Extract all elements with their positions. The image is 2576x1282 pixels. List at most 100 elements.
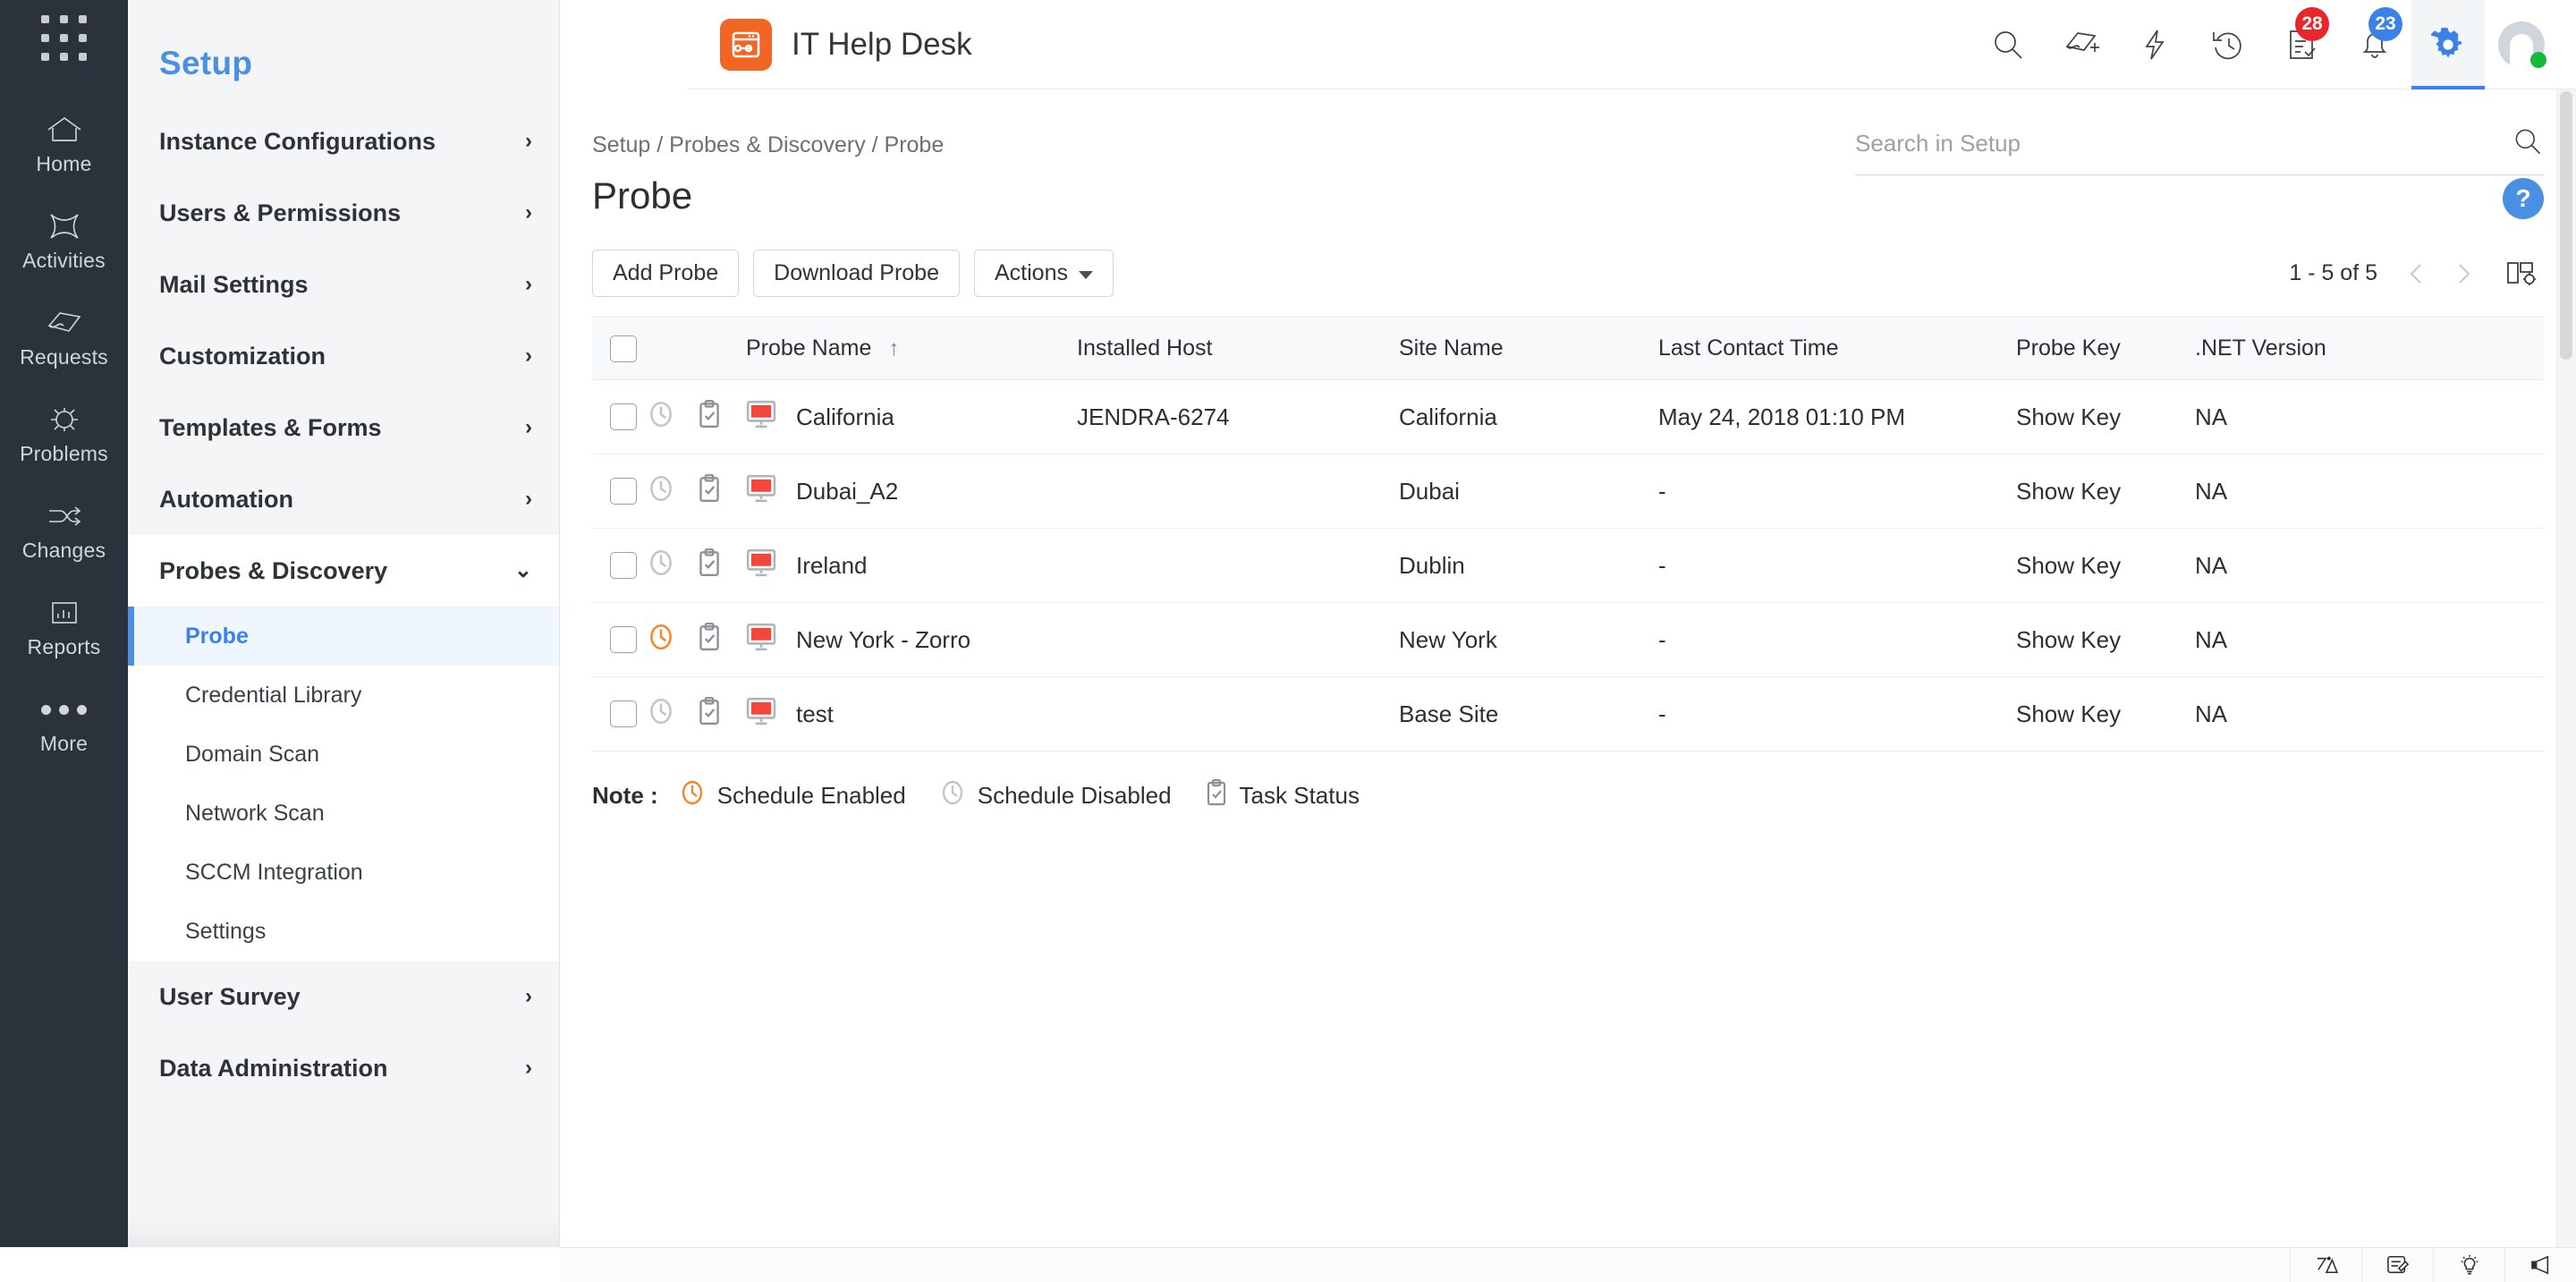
- gear-icon[interactable]: [2411, 0, 2485, 89]
- actions-dropdown-button[interactable]: Actions: [973, 250, 1114, 297]
- search-icon[interactable]: [2512, 125, 2544, 162]
- sidebar-item-more[interactable]: More: [0, 675, 128, 771]
- sidebar-item-problems[interactable]: Problems: [0, 385, 128, 481]
- row-checkbox[interactable]: [610, 403, 637, 430]
- task-status-cell: [696, 676, 746, 751]
- setup-menu-users-permissions[interactable]: Users & Permissions ›: [128, 177, 559, 249]
- sidebar-scroll-fade: [128, 1220, 559, 1247]
- select-all-checkbox[interactable]: [610, 335, 637, 362]
- task-status-icon[interactable]: [696, 696, 723, 732]
- clock-disabled-icon[interactable]: [646, 549, 676, 583]
- probe-key-cell: Show Key: [2016, 379, 2195, 454]
- row-checkbox[interactable]: [610, 626, 637, 653]
- sidebar-item-settings[interactable]: Settings: [128, 902, 559, 961]
- history-icon[interactable]: [2191, 0, 2265, 89]
- probe-name-link[interactable]: California: [796, 403, 894, 431]
- rail-label: Requests: [20, 345, 108, 369]
- sidebar-item-changes[interactable]: Changes: [0, 481, 128, 578]
- sidebar-item-probe[interactable]: Probe: [128, 607, 559, 666]
- show-key-link[interactable]: Show Key: [2016, 403, 2121, 430]
- row-checkbox[interactable]: [610, 478, 637, 505]
- page-scrollbar-thumb[interactable]: [2560, 91, 2572, 360]
- setup-menu-templates-forms[interactable]: Templates & Forms ›: [128, 392, 559, 463]
- avatar[interactable]: [2485, 0, 2558, 89]
- setup-menu-customization[interactable]: Customization ›: [128, 320, 559, 392]
- quick-actions-icon[interactable]: [2118, 0, 2191, 89]
- sidebar-item-network-scan[interactable]: Network Scan: [128, 784, 559, 843]
- clock-disabled-icon[interactable]: [646, 698, 676, 732]
- setup-menu-automation[interactable]: Automation ›: [128, 463, 559, 535]
- feedback-edit-icon[interactable]: [2361, 1248, 2433, 1282]
- pagination-count: 1 - 5 of 5: [2289, 260, 2377, 285]
- idea-bulb-icon[interactable]: [2433, 1248, 2504, 1282]
- sidebar-item-home[interactable]: Home: [0, 95, 128, 191]
- probe-key-cell: Show Key: [2016, 676, 2195, 751]
- setup-menu-user-survey[interactable]: User Survey ›: [128, 961, 559, 1032]
- setup-menu-probes-discovery[interactable]: Probes & Discovery ⌄: [128, 535, 559, 607]
- chevron-right-icon: ›: [525, 129, 532, 153]
- search-icon[interactable]: [1971, 0, 2045, 89]
- site-name-cell: California: [1399, 379, 1658, 454]
- chevron-left-icon[interactable]: [2397, 254, 2436, 293]
- row-select-cell: [592, 528, 646, 603]
- task-status-icon[interactable]: [696, 399, 723, 435]
- page-scrollbar-track[interactable]: [2556, 89, 2576, 1247]
- table-row[interactable]: California JENDRA-6274 California May 24…: [592, 379, 2544, 454]
- column-net-version[interactable]: .NET Version: [2195, 317, 2544, 380]
- approvals-icon[interactable]: 28: [2265, 0, 2338, 89]
- setup-menu-data-administration[interactable]: Data Administration ›: [128, 1032, 559, 1104]
- clock-enabled-icon[interactable]: [646, 624, 676, 658]
- installed-host-cell: [1077, 602, 1399, 677]
- column-probe-key[interactable]: Probe Key: [2016, 317, 2195, 380]
- setup-search[interactable]: [1855, 125, 2544, 175]
- annotate-icon[interactable]: [2290, 1248, 2361, 1282]
- task-status-icon[interactable]: [696, 473, 723, 509]
- column-installed-host[interactable]: Installed Host: [1077, 317, 1399, 380]
- show-key-link[interactable]: Show Key: [2016, 552, 2121, 579]
- site-name-cell: New York: [1399, 602, 1658, 677]
- task-status-icon[interactable]: [696, 622, 723, 658]
- show-key-link[interactable]: Show Key: [2016, 700, 2121, 727]
- sidebar-item-domain-scan[interactable]: Domain Scan: [128, 725, 559, 784]
- setup-menu-instance-configurations[interactable]: Instance Configurations ›: [128, 106, 559, 177]
- clock-disabled-icon[interactable]: [646, 401, 676, 435]
- search-input[interactable]: [1855, 130, 2512, 157]
- task-status-cell: [696, 454, 746, 529]
- probe-name-link[interactable]: New York - Zorro: [796, 626, 970, 654]
- clock-disabled-icon[interactable]: [646, 475, 676, 509]
- probe-name-link[interactable]: test: [796, 700, 834, 728]
- column-label: Site Name: [1399, 335, 1504, 361]
- sidebar-item-requests[interactable]: Requests: [0, 288, 128, 385]
- notifications-bell-icon[interactable]: 23: [2338, 0, 2411, 89]
- column-settings-icon[interactable]: [2499, 254, 2544, 293]
- last-contact-time-cell: -: [1658, 676, 2016, 751]
- add-request-icon[interactable]: [2045, 0, 2118, 89]
- help-button[interactable]: ?: [2503, 178, 2544, 219]
- row-checkbox[interactable]: [610, 552, 637, 579]
- sidebar-item-activities[interactable]: Activities: [0, 191, 128, 288]
- sidebar-item-sccm-integration[interactable]: SCCM Integration: [128, 843, 559, 902]
- chevron-right-icon[interactable]: [2444, 254, 2483, 293]
- chevron-right-icon: ›: [525, 984, 532, 1008]
- add-probe-button[interactable]: Add Probe: [592, 250, 740, 297]
- show-key-link[interactable]: Show Key: [2016, 478, 2121, 505]
- announcement-megaphone-icon[interactable]: [2504, 1248, 2576, 1282]
- probe-name-link[interactable]: Ireland: [796, 552, 868, 580]
- sidebar-item-reports[interactable]: Reports: [0, 578, 128, 675]
- show-key-link[interactable]: Show Key: [2016, 626, 2121, 653]
- probe-name-link[interactable]: Dubai_A2: [796, 478, 898, 505]
- table-row[interactable]: Ireland Dublin - Show Key NA: [592, 528, 2544, 603]
- apps-grid-icon[interactable]: [39, 13, 89, 63]
- setup-menu-mail-settings[interactable]: Mail Settings ›: [128, 249, 559, 320]
- table-row[interactable]: New York - Zorro New York - Show Key NA: [592, 602, 2544, 677]
- table-row[interactable]: Dubai_A2 Dubai - Show Key NA: [592, 454, 2544, 529]
- sidebar-item-credential-library[interactable]: Credential Library: [128, 666, 559, 725]
- installed-host-cell: [1077, 454, 1399, 529]
- task-status-icon[interactable]: [696, 548, 723, 583]
- column-probe-name[interactable]: Probe Name ↑: [746, 317, 1077, 380]
- column-site-name[interactable]: Site Name: [1399, 317, 1658, 380]
- download-probe-button[interactable]: Download Probe: [753, 250, 960, 297]
- row-checkbox[interactable]: [610, 700, 637, 727]
- column-last-contact-time[interactable]: Last Contact Time: [1658, 317, 2016, 380]
- table-row[interactable]: test Base Site - Show Key NA: [592, 676, 2544, 751]
